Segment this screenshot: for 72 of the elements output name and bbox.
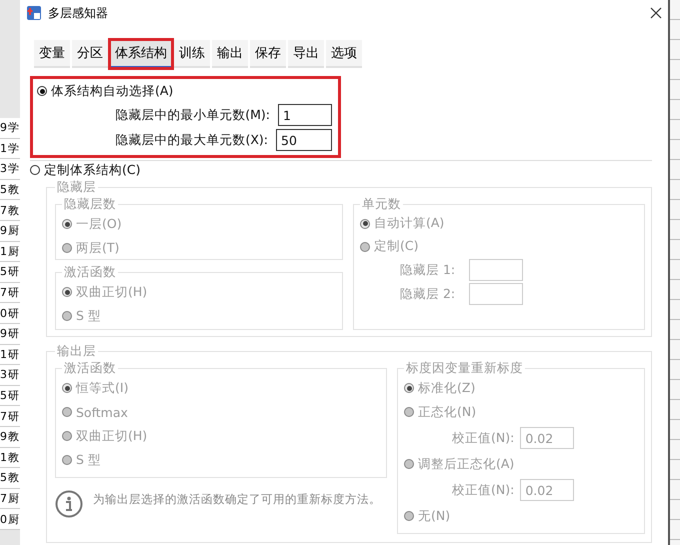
tab[interactable]: 体系结构 xyxy=(110,40,172,68)
table-cell: 教 xyxy=(8,184,19,196)
group-title: 输出层 xyxy=(56,343,97,360)
table-cell: 学 xyxy=(8,122,19,134)
row-number: 9 xyxy=(0,328,7,340)
tab[interactable]: 训练 xyxy=(174,40,210,68)
row-number: 0 xyxy=(0,514,7,525)
field-label: 隐藏层中的最大单元数(X): xyxy=(115,132,268,148)
radio-dot[interactable] xyxy=(37,86,47,96)
row-number: 3 xyxy=(0,163,7,174)
close-icon[interactable] xyxy=(650,7,662,19)
field-label: 校正值(N): xyxy=(452,430,514,446)
row-number: 9 xyxy=(0,225,7,236)
input-field[interactable]: 50 xyxy=(276,129,332,151)
row-number: 5 xyxy=(0,472,7,484)
table-cell: 研 xyxy=(8,266,19,278)
table-cell: 研 xyxy=(8,287,19,298)
table-cell: 教 xyxy=(8,452,19,463)
table-cell: 研 xyxy=(8,410,19,422)
group-title: 激活函数 xyxy=(63,360,117,377)
tab[interactable]: 保存 xyxy=(250,40,286,68)
table-cell: 研 xyxy=(8,369,19,380)
group-title: 激活函数 xyxy=(63,264,117,281)
window-title: 多层感知器 xyxy=(48,4,109,22)
input-field[interactable] xyxy=(469,283,524,305)
row-number: 7 xyxy=(0,492,7,504)
group-title: 隐藏层数 xyxy=(63,196,117,213)
field-label: 隐藏层中的最小单元数(M): xyxy=(115,106,270,124)
table-cell: 厨 xyxy=(8,514,19,525)
field-label: 隐藏层 1: xyxy=(400,262,456,278)
table-cell: 厨 xyxy=(8,246,19,257)
table-cell: 教 xyxy=(8,204,19,216)
row-number: 9 xyxy=(0,431,7,442)
input-field[interactable] xyxy=(469,259,524,281)
group-title: 单元数 xyxy=(361,196,402,213)
row-number: 7 xyxy=(0,287,7,298)
app-icon xyxy=(26,5,42,21)
table-cell: 研 xyxy=(8,328,19,340)
table-cell: 厨 xyxy=(8,492,19,504)
table-cell: 研 xyxy=(8,390,19,402)
tab[interactable]: 分区 xyxy=(72,40,108,68)
table-cell: 教 xyxy=(8,472,19,484)
group-title: 隐藏层 xyxy=(56,179,97,196)
tab[interactable]: 选项 xyxy=(326,40,362,68)
row-number: 1 xyxy=(0,142,7,154)
field-label: 校正值(N): xyxy=(452,482,514,498)
row-number: 3 xyxy=(0,369,7,380)
table-cell: 学 xyxy=(8,163,19,174)
tab[interactable]: 导出 xyxy=(288,40,324,68)
info-icon xyxy=(55,490,83,518)
row-number: 5 xyxy=(0,266,7,278)
row-number: 1 xyxy=(0,348,7,360)
table-cell: 学 xyxy=(8,142,19,154)
input-field[interactable]: 1 xyxy=(278,104,332,126)
row-number: 1 xyxy=(0,246,7,257)
tab[interactable]: 变量 xyxy=(34,40,70,68)
row-number: 5 xyxy=(0,390,7,402)
table-cell: 研 xyxy=(8,348,19,360)
row-number: 9 xyxy=(0,122,7,134)
group-title: 标度因变量重新标度 xyxy=(405,360,524,377)
table-cell: 厨 xyxy=(8,225,19,236)
row-number: 0 xyxy=(0,308,7,319)
table-cell: 研 xyxy=(8,308,19,319)
row-number: 7 xyxy=(0,410,7,422)
row-number: 5 xyxy=(0,184,7,196)
radio-button[interactable]: 体系结构自动选择(A) xyxy=(37,81,332,101)
field-label: 隐藏层 2: xyxy=(400,286,456,302)
row-number: 7 xyxy=(0,204,7,216)
table-cell: 教 xyxy=(8,431,19,442)
tab[interactable]: 输出 xyxy=(212,40,248,68)
row-number: 1 xyxy=(0,452,7,463)
info-text: 为输出层选择的激活函数确定了可用的重新标度方法。 xyxy=(93,492,381,507)
